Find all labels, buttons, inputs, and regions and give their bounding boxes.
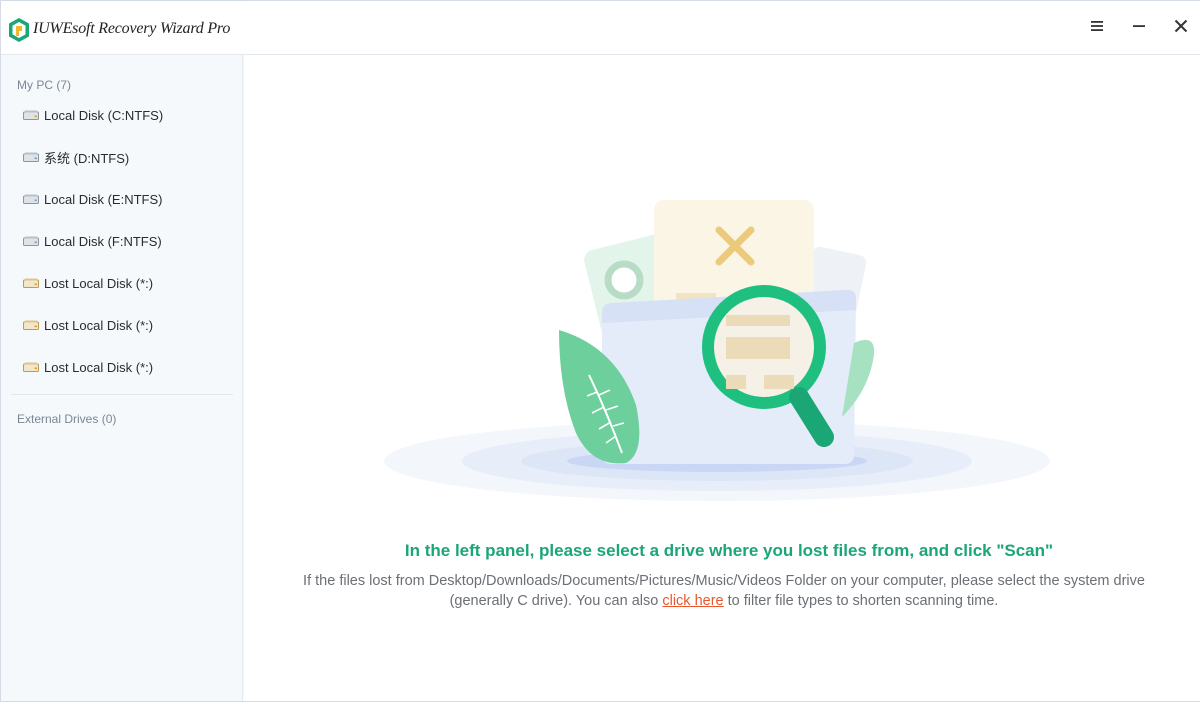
drive-item-lost-3[interactable]: Lost Local Disk (*:) [11,350,233,384]
sidebar: IUWEsoft Recovery Wizard Pro My PC (7) L… [1,1,243,701]
hard-drive-icon [23,110,39,120]
drive-label: Lost Local Disk (*:) [44,359,154,375]
hard-drive-icon [23,152,39,162]
app-logo-icon [9,18,29,42]
drive-item-d[interactable]: 系统 (D:NTFS) [11,140,233,174]
drive-label: Local Disk (C:NTFS) [44,107,164,123]
drive-label: 系统 (D:NTFS) [44,150,130,166]
hamburger-menu-icon [1091,21,1103,31]
drive-item-c[interactable]: Local Disk (C:NTFS) [11,98,233,132]
drive-item-lost-1[interactable]: Lost Local Disk (*:) [11,266,233,300]
title-bar [243,1,1200,55]
drive-item-f[interactable]: Local Disk (F:NTFS) [11,224,233,258]
drive-label: Lost Local Disk (*:) [44,317,154,333]
hard-drive-icon [23,236,39,246]
external-drives-label: External Drives (0) [17,412,117,426]
minimize-icon [1133,25,1145,27]
desc-text-2: to filter file types to shorten scanning… [723,593,999,609]
app-title: IUWEsoft Recovery Wizard Pro [33,20,231,37]
brand-header: IUWEsoft Recovery Wizard Pro [1,1,243,55]
menu-button[interactable] [1083,13,1111,39]
instruction-headline: In the left panel, please select a drive… [404,541,1054,560]
drive-label: Local Disk (E:NTFS) [44,191,163,207]
folder-search-illustration [384,200,1050,501]
lost-drive-icon [23,362,39,372]
lost-drive-icon [23,278,39,288]
drive-item-lost-2[interactable]: Lost Local Disk (*:) [11,308,233,342]
lost-drive-icon [23,320,39,330]
my-pc-label: My PC (7) [17,78,71,92]
sidebar-divider [11,394,233,395]
minimize-button[interactable] [1125,13,1153,39]
app-window: IUWEsoft Recovery Wizard Pro My PC (7) L… [0,0,1200,702]
main-panel: In the left panel, please select a drive… [244,55,1200,701]
drive-label: Lost Local Disk (*:) [44,275,154,291]
instruction-description: If the files lost from Desktop/Downloads… [274,571,1174,611]
close-icon [1174,19,1188,33]
click-here-link[interactable]: click here [662,593,723,609]
drive-label: Local Disk (F:NTFS) [44,233,162,249]
hard-drive-icon [23,194,39,204]
drive-item-e[interactable]: Local Disk (E:NTFS) [11,182,233,216]
close-button[interactable] [1167,13,1195,39]
